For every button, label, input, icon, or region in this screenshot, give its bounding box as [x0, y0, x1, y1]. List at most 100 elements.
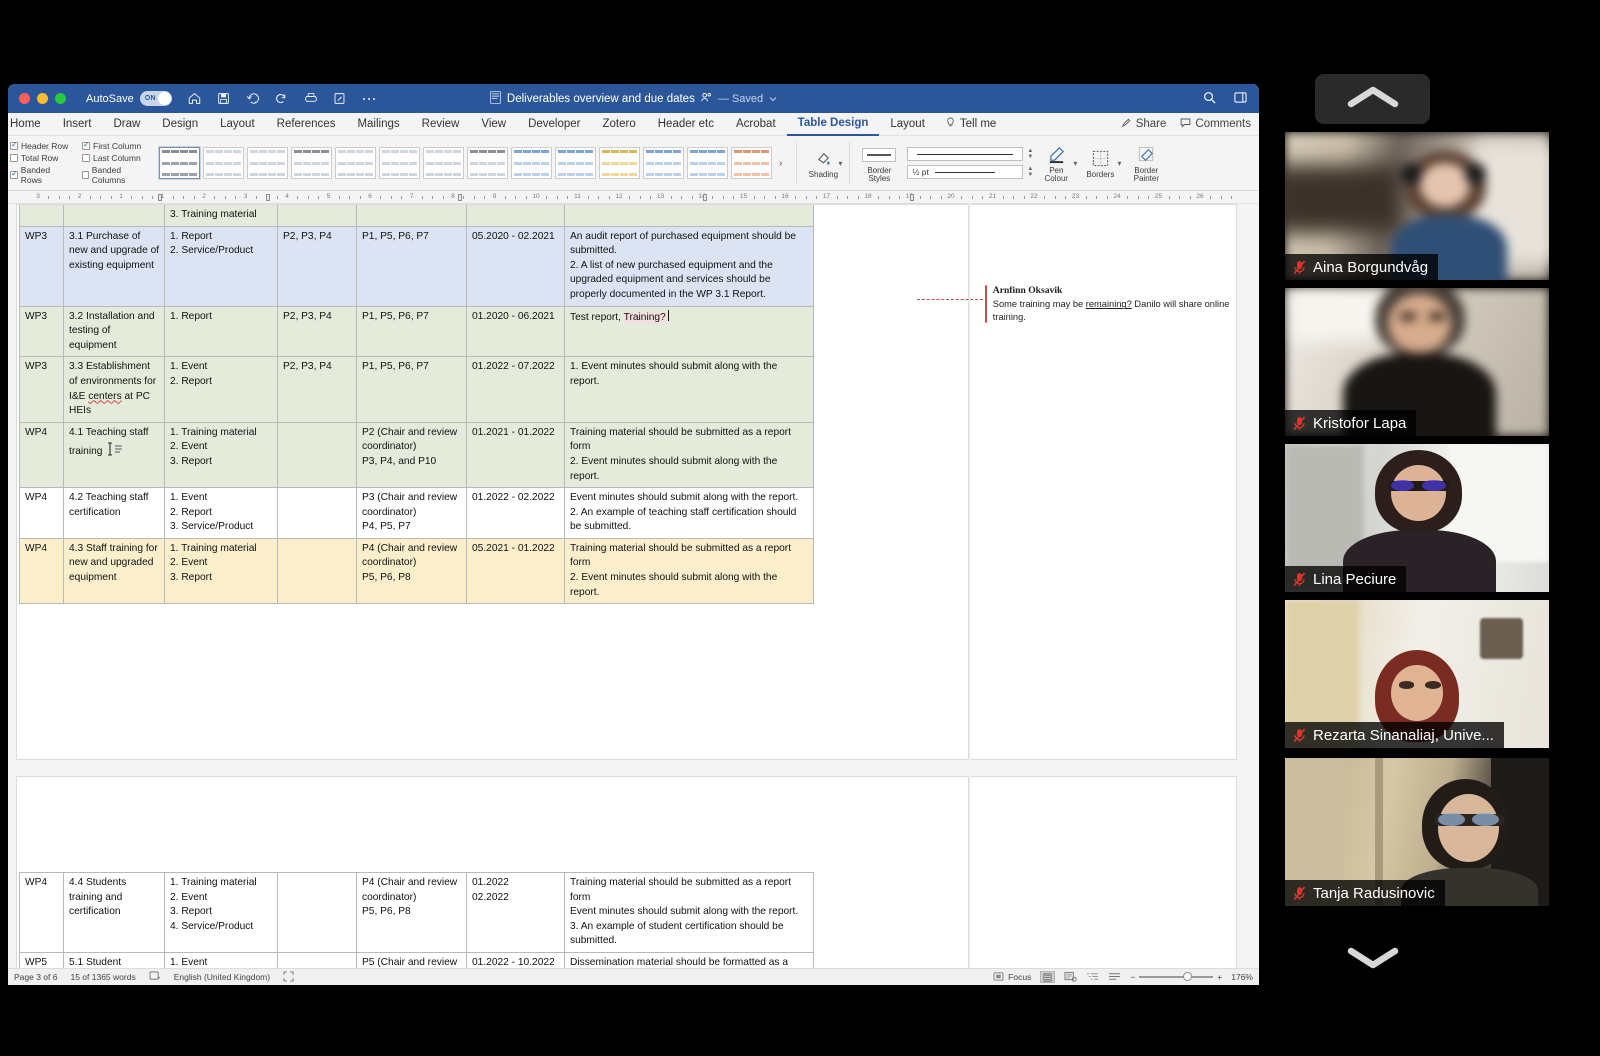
zoom-level[interactable]: 176%: [1231, 972, 1253, 982]
cell-participants[interactable]: P4 (Chair and review coordinator) P5, P6…: [356, 537, 467, 605]
language-indicator[interactable]: English (United Kingdom): [174, 972, 270, 982]
cell-wp[interactable]: WP4: [19, 872, 64, 953]
ribbon-tab-home[interactable]: Home: [8, 113, 52, 135]
cell-lead[interactable]: [277, 487, 357, 539]
border-line-style-select[interactable]: [907, 147, 1024, 161]
quick-access-toolbar[interactable]: [187, 91, 377, 107]
checkbox-first-column[interactable]: First Column: [82, 140, 144, 151]
cell-participants[interactable]: P2 (Chair and review coordinator) P3, P4…: [356, 421, 467, 489]
cell-lead[interactable]: [277, 421, 357, 489]
cell-wp[interactable]: WP4: [19, 537, 64, 605]
ruler-tab-marker[interactable]: [458, 194, 462, 201]
checkbox-banded-columns[interactable]: Banded Columns: [82, 165, 144, 185]
search-icon[interactable]: [1203, 91, 1216, 107]
cell-deliverables[interactable]: 1. Training material 2. Event 3. Report: [164, 421, 278, 489]
ribbon-tab-layout[interactable]: Layout: [209, 113, 266, 135]
autosave-toggle[interactable]: ON: [139, 91, 172, 106]
cell-dates[interactable]: 05.2021 - 01.2022: [466, 537, 565, 605]
table-row[interactable]: WP5 5.1 Student admission and pilot mast…: [19, 951, 814, 968]
focus-mode-button[interactable]: Focus: [993, 971, 1031, 983]
cell-participants[interactable]: P1, P5, P6, P7: [356, 356, 467, 423]
table-style-orange-1[interactable]: [731, 147, 772, 179]
status-right[interactable]: Focus − + 176%: [993, 971, 1253, 984]
border-styles-button[interactable]: Border Styles: [857, 144, 901, 183]
cell-requirements[interactable]: Event minutes should submit along with t…: [564, 487, 814, 539]
cell-deliverables[interactable]: 1. Training material 2. Event 3. Report: [164, 537, 278, 605]
comment-link[interactable]: remaining?: [1086, 299, 1132, 309]
table-style-blue-4[interactable]: [687, 147, 728, 179]
cell-dates[interactable]: 01.2020 - 06.2021: [466, 305, 565, 358]
cell-deliverables[interactable]: 1. Event 2. Report: [164, 356, 278, 423]
cell-participants[interactable]: P3 (Chair and review coordinator) P4, P5…: [356, 487, 467, 539]
cell-wp[interactable]: WP3: [19, 225, 64, 307]
cell-name[interactable]: 4.2 Teaching staff certification: [63, 487, 165, 539]
home-icon[interactable]: [187, 91, 203, 107]
cell-lead[interactable]: [277, 537, 357, 605]
cell-requirements[interactable]: Training material should be submitted as…: [564, 872, 814, 953]
web-layout-view-button[interactable]: [1064, 971, 1077, 984]
ruler-tab-marker[interactable]: [910, 194, 914, 201]
table-style-blue-1[interactable]: [511, 147, 552, 179]
autosave-control[interactable]: AutoSave ON: [86, 91, 172, 106]
zoom-track[interactable]: [1139, 972, 1214, 981]
table-style-plain-5[interactable]: [379, 147, 420, 179]
cell-wp[interactable]: WP4: [19, 487, 64, 539]
cell-dates[interactable]: 01.2022 - 02.2022: [466, 487, 565, 539]
ribbon-tab-table-layout[interactable]: Layout: [879, 113, 936, 135]
table-style-plain-6[interactable]: [423, 147, 464, 179]
document-page-2[interactable]: WP4 4.4 Students training and certificat…: [16, 776, 969, 968]
pen-colour-button[interactable]: Pen Colour: [1039, 144, 1073, 183]
cell-deliverables[interactable]: 1. Event 2. Report 3. Service/Product: [164, 487, 278, 539]
table-style-yellow-1[interactable]: [599, 147, 640, 179]
cell-dates[interactable]: 01.2022 02.2022: [466, 872, 565, 953]
table-style-plain-2[interactable]: [247, 147, 288, 179]
table-row[interactable]: WP3 3.1 Purchase of new and upgrade of e…: [19, 225, 814, 307]
cell-deliverables[interactable]: 1. Event 2. Report 3. Service/Product: [164, 951, 278, 968]
document-canvas[interactable]: 3. Training material WP3 3.1 Purchase of…: [8, 204, 1259, 968]
titlebar-right-tools[interactable]: [1203, 84, 1247, 113]
checkbox-last-column[interactable]: Last Column: [82, 153, 144, 163]
ribbon-tab-insert[interactable]: Insert: [52, 113, 103, 135]
document-page-1[interactable]: 3. Training material WP3 3.1 Purchase of…: [16, 204, 969, 760]
outline-view-button[interactable]: [1086, 971, 1099, 984]
table-style-plain-3[interactable]: [291, 147, 332, 179]
cell-requirements[interactable]: 1. Event minutes should submit along wit…: [564, 356, 814, 423]
cell-participants[interactable]: [356, 205, 467, 227]
cell-deliverables[interactable]: 1. Training material 2. Event 3. Report …: [164, 872, 278, 953]
cell-deliverables[interactable]: 1. Report 2. Service/Product: [164, 225, 278, 307]
ribbon-tab-review[interactable]: Review: [411, 113, 471, 135]
table-style-blue-3[interactable]: [643, 147, 684, 179]
table-style-plain-4[interactable]: [335, 147, 376, 179]
scroll-down-button[interactable]: [1315, 935, 1430, 985]
cell-wp[interactable]: WP5: [19, 951, 64, 968]
scroll-up-button[interactable]: [1315, 74, 1430, 124]
ruler-tab-marker[interactable]: [266, 194, 270, 201]
ribbon-tab-references[interactable]: References: [266, 113, 347, 135]
shading-chevron-down-icon[interactable]: ▾: [838, 159, 842, 168]
cell-dates[interactable]: [466, 205, 565, 227]
cell-name[interactable]: 4.3 Staff training for new and upgraded …: [63, 537, 165, 605]
participant-tile-1[interactable]: Kristofor Lapa: [1285, 288, 1549, 436]
page-indicator[interactable]: Page 3 of 6: [14, 972, 57, 982]
ribbon-tab-zotero[interactable]: Zotero: [592, 113, 647, 135]
cell-name[interactable]: 5.1 Student admission and pilot master c…: [63, 951, 165, 968]
ribbon-options-icon[interactable]: [1234, 91, 1247, 107]
cell-participants[interactable]: P1, P5, P6, P7: [356, 305, 467, 358]
comment-pane-page-1[interactable]: Arnfinn Oksavik Some training may be rem…: [917, 204, 1237, 760]
table-styles-gallery[interactable]: ›: [156, 145, 789, 181]
table-style-blue-2[interactable]: [555, 147, 596, 179]
cell-dates[interactable]: 01.2022 - 10.2022: [466, 951, 565, 968]
ribbon-tab-draw[interactable]: Draw: [102, 113, 151, 135]
table-row[interactable]: WP3 3.2 Installation and testing of equi…: [19, 305, 814, 358]
table-row[interactable]: WP4 4.1 Teaching staff training 1. Train…: [19, 421, 814, 489]
title-chevron-down-icon[interactable]: [769, 93, 777, 105]
borders-button[interactable]: Borders: [1083, 147, 1117, 179]
table-row-orphan[interactable]: 3. Training material: [19, 205, 814, 227]
cell-deliverables[interactable]: 3. Training material: [164, 205, 278, 227]
comment-pane-page-2[interactable]: [971, 776, 1237, 968]
cell-requirements[interactable]: An audit report of purchased equipment s…: [564, 225, 814, 307]
print-layout-view-button[interactable]: [1040, 971, 1056, 983]
minimize-window-button[interactable]: [37, 93, 48, 104]
border-style-spinner[interactable]: ▲ ▼: [1027, 148, 1033, 160]
table-row[interactable]: WP4 4.4 Students training and certificat…: [19, 872, 814, 953]
